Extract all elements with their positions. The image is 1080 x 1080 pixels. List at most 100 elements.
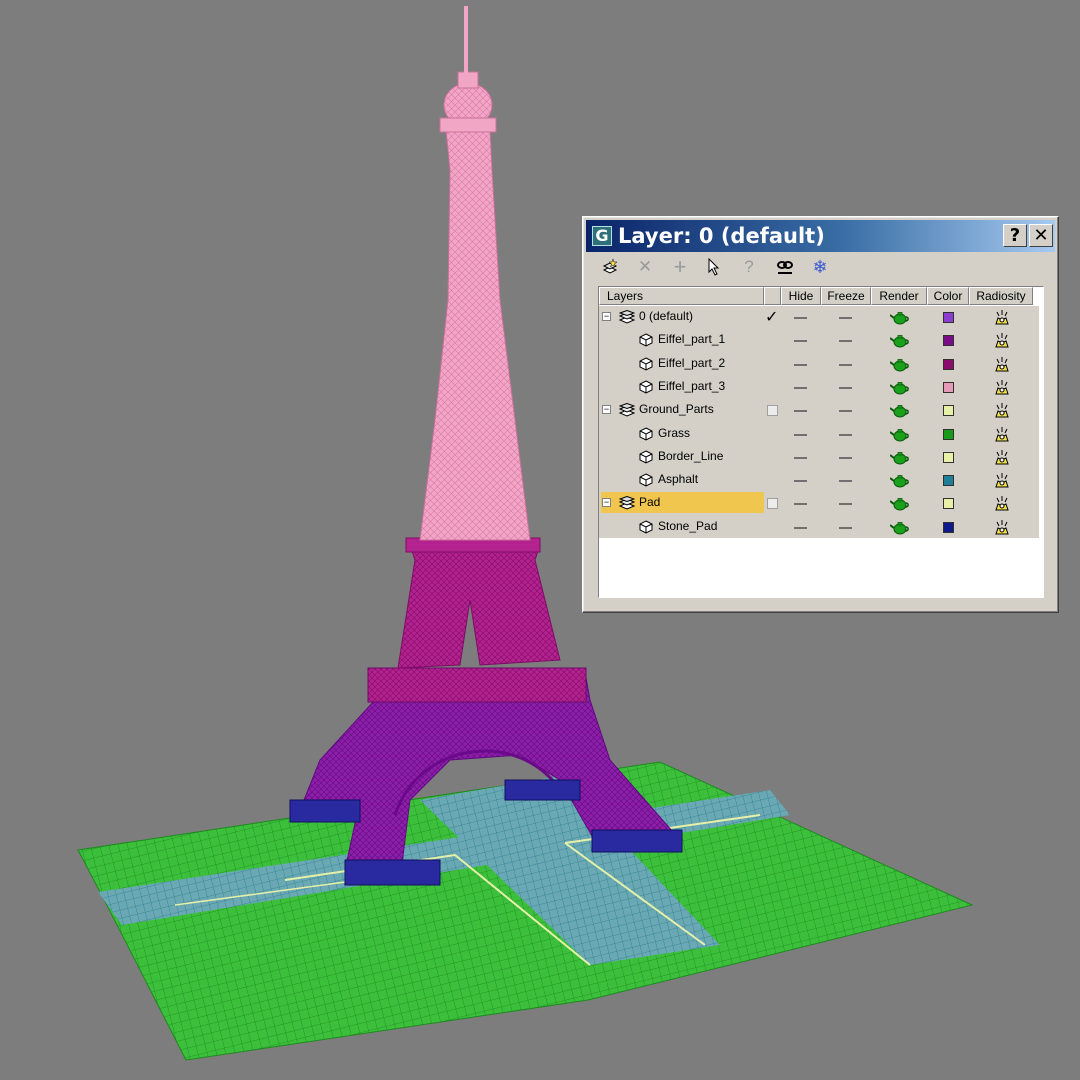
radiosity-icon[interactable] — [993, 332, 1011, 350]
hide-toggle[interactable] — [794, 434, 807, 436]
collapse-toggle-icon[interactable]: − — [602, 312, 611, 321]
object-row[interactable]: Grass — [599, 423, 1039, 446]
delete-layer-icon[interactable]: ✕ — [632, 255, 658, 279]
current-layer-checkmark-icon[interactable]: ✓ — [765, 307, 778, 327]
column-header-radiosity[interactable]: Radiosity — [969, 287, 1033, 305]
radiosity-icon[interactable] — [993, 402, 1011, 420]
layer-color-swatch[interactable] — [943, 335, 954, 346]
set-current-checkbox[interactable] — [767, 498, 778, 509]
render-teapot-icon[interactable] — [890, 358, 910, 372]
column-header-render[interactable]: Render — [871, 287, 927, 305]
radiosity-icon[interactable] — [993, 495, 1011, 513]
object-name[interactable]: Border_Line — [658, 449, 723, 463]
column-header-current[interactable] — [764, 287, 781, 305]
render-teapot-icon[interactable] — [890, 497, 910, 511]
object-name[interactable]: Asphalt — [658, 472, 698, 486]
render-teapot-icon[interactable] — [890, 451, 910, 465]
layer-name[interactable]: Pad — [639, 495, 660, 509]
freeze-toggle[interactable] — [839, 317, 852, 319]
radiosity-icon[interactable] — [993, 426, 1011, 444]
object-name[interactable]: Grass — [658, 426, 690, 440]
layer-color-swatch[interactable] — [943, 498, 954, 509]
layer-toolbar: ✕ + ? ❄ — [597, 255, 897, 279]
layer-stack-icon — [619, 310, 635, 324]
object-row[interactable]: Eiffel_part_3 — [599, 376, 1039, 399]
layer-row[interactable]: − 0 (default) ✓ — [599, 306, 1039, 329]
layer-color-swatch[interactable] — [943, 452, 954, 463]
set-current-layer-icon[interactable]: ? — [736, 255, 762, 279]
hide-toggle[interactable] — [794, 410, 807, 412]
object-cube-icon — [639, 473, 653, 487]
layer-row[interactable]: − Pad — [599, 492, 1039, 515]
column-header-hide[interactable]: Hide — [781, 287, 821, 305]
hide-toggle[interactable] — [794, 317, 807, 319]
close-button[interactable]: ✕ — [1029, 224, 1053, 247]
radiosity-icon[interactable] — [993, 449, 1011, 467]
column-header-color[interactable]: Color — [927, 287, 969, 305]
render-teapot-icon[interactable] — [890, 521, 910, 535]
object-row[interactable]: Stone_Pad — [599, 516, 1039, 539]
render-teapot-icon[interactable] — [890, 381, 910, 395]
freeze-unfreeze-all-icon[interactable]: ❄ — [807, 255, 833, 279]
column-header-layers[interactable]: Layers — [599, 287, 764, 305]
object-row[interactable]: Eiffel_part_1 — [599, 329, 1039, 352]
freeze-toggle[interactable] — [839, 503, 852, 505]
object-cube-icon — [639, 380, 653, 394]
layer-name[interactable]: Ground_Parts — [639, 402, 714, 416]
layer-name[interactable]: 0 (default) — [639, 309, 693, 323]
freeze-toggle[interactable] — [839, 364, 852, 366]
hide-toggle[interactable] — [794, 387, 807, 389]
freeze-toggle[interactable] — [839, 387, 852, 389]
radiosity-icon[interactable] — [993, 519, 1011, 537]
hide-toggle[interactable] — [794, 503, 807, 505]
add-to-layer-icon[interactable]: + — [667, 255, 693, 279]
dialog-titlebar[interactable]: G Layer: 0 (default) ? ✕ — [586, 220, 1055, 252]
render-teapot-icon[interactable] — [890, 428, 910, 442]
render-teapot-icon[interactable] — [890, 334, 910, 348]
object-name[interactable]: Stone_Pad — [658, 519, 717, 533]
column-header-freeze[interactable]: Freeze — [821, 287, 871, 305]
hide-toggle[interactable] — [794, 480, 807, 482]
freeze-toggle[interactable] — [839, 457, 852, 459]
object-row[interactable]: Eiffel_part_2 — [599, 353, 1039, 376]
layer-color-swatch[interactable] — [943, 405, 954, 416]
hide-toggle[interactable] — [794, 364, 807, 366]
layer-color-swatch[interactable] — [943, 475, 954, 486]
help-button[interactable]: ? — [1003, 224, 1027, 247]
radiosity-icon[interactable] — [993, 472, 1011, 490]
freeze-toggle[interactable] — [839, 480, 852, 482]
radiosity-icon[interactable] — [993, 356, 1011, 374]
select-objects-icon[interactable] — [701, 255, 727, 279]
layer-row[interactable]: − Ground_Parts — [599, 399, 1039, 422]
radiosity-icon[interactable] — [993, 309, 1011, 327]
set-current-checkbox[interactable] — [767, 405, 778, 416]
object-name[interactable]: Eiffel_part_2 — [658, 356, 725, 370]
freeze-toggle[interactable] — [839, 434, 852, 436]
freeze-toggle[interactable] — [839, 527, 852, 529]
layer-color-swatch[interactable] — [943, 359, 954, 370]
layer-color-swatch[interactable] — [943, 382, 954, 393]
hide-unhide-all-icon[interactable] — [772, 255, 798, 279]
freeze-toggle[interactable] — [839, 410, 852, 412]
hide-toggle[interactable] — [794, 527, 807, 529]
layer-color-swatch[interactable] — [943, 429, 954, 440]
hide-toggle[interactable] — [794, 457, 807, 459]
stone-pad — [591, 829, 683, 853]
create-new-layer-icon[interactable] — [597, 255, 623, 279]
hide-toggle[interactable] — [794, 340, 807, 342]
object-cube-icon — [639, 450, 653, 464]
object-row[interactable]: Border_Line — [599, 446, 1039, 469]
layer-color-swatch[interactable] — [943, 522, 954, 533]
render-teapot-icon[interactable] — [890, 311, 910, 325]
object-row[interactable]: Asphalt — [599, 469, 1039, 492]
radiosity-icon[interactable] — [993, 379, 1011, 397]
layer-color-swatch[interactable] — [943, 312, 954, 323]
object-name[interactable]: Eiffel_part_1 — [658, 332, 725, 346]
dialog-title: Layer: 0 (default) — [618, 224, 825, 248]
object-name[interactable]: Eiffel_part_3 — [658, 379, 725, 393]
freeze-toggle[interactable] — [839, 340, 852, 342]
render-teapot-icon[interactable] — [890, 404, 910, 418]
collapse-toggle-icon[interactable]: − — [602, 405, 611, 414]
collapse-toggle-icon[interactable]: − — [602, 498, 611, 507]
render-teapot-icon[interactable] — [890, 474, 910, 488]
